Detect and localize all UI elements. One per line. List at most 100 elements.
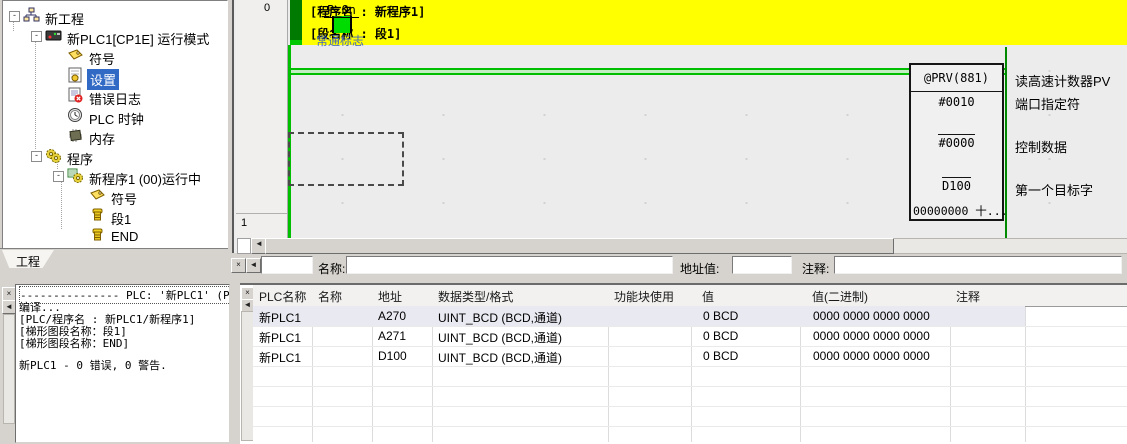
- tree-item-label[interactable]: 程序: [67, 149, 93, 168]
- hscrollbar-thumb[interactable]: [265, 238, 894, 254]
- instruction-monitor-value: 00000000 十...: [913, 203, 1008, 219]
- collapse-toggle-icon[interactable]: -: [31, 31, 42, 42]
- instruction-description: 读高速计数器PV: [1015, 71, 1110, 90]
- output-window: × ◄ --------------- PLC: '新PLC1' (PL 编译.…: [0, 283, 229, 442]
- watch-row[interactable]: 新PLC1 A271 UINT_BCD (BCD,通道) 0 BCD 0000 …: [253, 326, 1127, 346]
- compile-output-text[interactable]: --------------- PLC: '新PLC1' (PL 编译... […: [15, 284, 230, 443]
- watch-table[interactable]: PLC名称 名称 地址 数据类型/格式 功能块使用 值 值(二进制) 注释 新P…: [253, 285, 1127, 442]
- instruction-operand2-wrap[interactable]: #0000: [911, 136, 1002, 150]
- collapse-toggle-icon[interactable]: -: [31, 151, 42, 162]
- tree-item-label[interactable]: 错误日志: [89, 89, 141, 108]
- col-plc-name[interactable]: PLC名称: [259, 288, 306, 305]
- plc-icon: [45, 27, 62, 44]
- close-icon[interactable]: ×: [2, 287, 16, 301]
- instruction-separator: [911, 91, 1002, 92]
- error-log-icon: [67, 87, 84, 104]
- close-icon[interactable]: ×: [231, 258, 246, 273]
- instruction-title: @PRV(881): [911, 71, 1002, 85]
- cell-value: 0 BCD: [703, 309, 738, 323]
- cell-type: UINT_BCD (BCD,通道): [438, 349, 562, 366]
- contact-comment: 常通标志: [316, 32, 364, 49]
- section-icon: [89, 207, 106, 224]
- tree-item-label[interactable]: 符号: [111, 189, 137, 208]
- watch-row[interactable]: 新PLC1 D100 UINT_BCD (BCD,通道) 0 BCD 0000 …: [253, 346, 1127, 366]
- tree-item-label-selected[interactable]: 设置: [87, 69, 119, 90]
- contact-symbol-name[interactable]: P_On: [324, 3, 359, 18]
- cell-binary: 0000 0000 0000 0000: [813, 309, 930, 323]
- collapse-toggle-icon[interactable]: -: [9, 11, 20, 22]
- tree-item-label[interactable]: 新程序1 (00)运行中: [89, 169, 201, 188]
- tree-item-label[interactable]: END: [111, 229, 138, 244]
- contact-right-leg: [350, 16, 352, 33]
- memory-icon: [67, 127, 84, 144]
- col-value[interactable]: 值: [702, 288, 714, 305]
- watch-window: × ◄ PLC名称 名称 地址 数据类型/格式: [240, 283, 1127, 444]
- instruction-operand2: #0000: [938, 134, 974, 150]
- tree-item-label[interactable]: 内存: [89, 129, 115, 148]
- col-name[interactable]: 名称: [318, 288, 342, 305]
- rung-number-margin[interactable]: 0 1: [236, 0, 288, 238]
- cell-plc: 新PLC1: [259, 349, 301, 366]
- cell-address: D100: [378, 349, 407, 363]
- contact-on-state[interactable]: [334, 16, 350, 33]
- output-vscrollbar[interactable]: [3, 314, 15, 424]
- name-field-label: 名称:: [318, 260, 345, 277]
- row-divider: [253, 366, 1127, 367]
- ladder-hscrollbar[interactable]: ◄: [236, 238, 1127, 253]
- project-icon: [23, 7, 40, 24]
- output-line: [梯形图段名称：END]: [19, 335, 129, 351]
- row-divider: [253, 406, 1127, 407]
- watch-row[interactable]: 新PLC1 A270 UINT_BCD (BCD,通道) 0 BCD 0000 …: [253, 306, 1127, 326]
- cell-value: 0 BCD: [703, 349, 738, 363]
- cell-plc: 新PLC1: [259, 329, 301, 346]
- operand-preview-box: [261, 256, 313, 274]
- cell-address: A270: [378, 309, 406, 323]
- operand3-description: 第一个目标字: [1015, 180, 1093, 199]
- cell-binary: 0000 0000 0000 0000: [813, 349, 930, 363]
- collapse-left-icon[interactable]: ◄: [246, 258, 261, 273]
- tree-item-label[interactable]: 段1: [111, 209, 131, 228]
- tree-item-label[interactable]: PLC 时钟: [89, 109, 144, 128]
- cell-type: UINT_BCD (BCD,通道): [438, 309, 562, 326]
- instruction-operand3: D100: [942, 177, 971, 193]
- comment-field-input[interactable]: [834, 256, 1122, 274]
- operand1-description: 端口指定符: [1015, 94, 1080, 113]
- instruction-operand1[interactable]: #0010: [911, 95, 1002, 109]
- col-fb-usage[interactable]: 功能块使用: [614, 288, 674, 305]
- address-field-input[interactable]: [732, 256, 792, 274]
- col-address[interactable]: 地址: [378, 288, 402, 305]
- hscrollbar-corner: [237, 238, 251, 254]
- collapse-toggle-icon[interactable]: -: [53, 171, 64, 182]
- cx-programmer-workspace: - 新工程 - 新PLC1[CP1E] 运行模式 符号 设置: [0, 0, 1127, 442]
- address-field-label: 地址值:: [680, 260, 719, 277]
- tree-tab-bar: 工程: [0, 248, 228, 271]
- collapse-left-icon[interactable]: ◄: [2, 300, 16, 314]
- ladder-canvas[interactable]: [程序名 : 新程序1] [段名称 : 段1] P_On 常通标志 @PRV(8…: [288, 0, 1127, 238]
- row-divider: [253, 426, 1127, 427]
- power-flow-line: [291, 68, 909, 75]
- tree-item-label[interactable]: 新工程: [45, 9, 84, 28]
- col-comment[interactable]: 注释: [956, 288, 980, 305]
- operand-info-bar: × ◄ 名称: 地址值: 注释:: [229, 253, 1127, 283]
- tree-item-label[interactable]: 新PLC1[CP1E] 运行模式: [67, 29, 209, 48]
- cell-value: 0 BCD: [703, 329, 738, 343]
- tab-project[interactable]: 工程: [2, 250, 54, 268]
- tree-guide: [35, 37, 36, 149]
- ladder-cursor[interactable]: [288, 132, 404, 186]
- instruction-block-prv[interactable]: @PRV(881) #0010 #0000 D100 00000000 十...: [909, 63, 1004, 221]
- col-value-binary[interactable]: 值(二进制): [812, 288, 868, 305]
- output-summary-line: 新PLC1 - 0 错误, 0 警告.: [19, 357, 167, 373]
- cell-plc: 新PLC1: [259, 309, 301, 326]
- name-field-input[interactable]: [346, 256, 673, 274]
- settings-icon: [67, 67, 84, 84]
- comment-left-bar: [290, 0, 302, 40]
- instruction-operand3-wrap[interactable]: D100: [911, 179, 1002, 193]
- tree-item-label[interactable]: 符号: [89, 49, 115, 68]
- programs-icon: [45, 147, 62, 164]
- rung-separator: [236, 213, 287, 214]
- col-data-type[interactable]: 数据类型/格式: [438, 288, 513, 305]
- rung1-number: 1: [241, 217, 247, 229]
- row-divider: [253, 386, 1127, 387]
- rung-comment-banner[interactable]: [程序名 : 新程序1] [段名称 : 段1]: [290, 0, 1127, 45]
- symbols-icon: [67, 47, 84, 64]
